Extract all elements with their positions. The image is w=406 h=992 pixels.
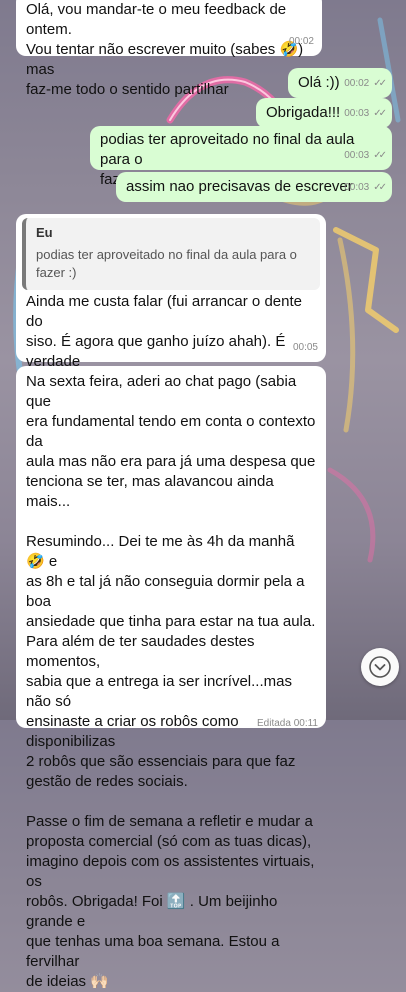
quoted-text: podias ter aproveitado no final da aula … xyxy=(36,247,297,280)
message-time: 00:02 xyxy=(344,78,370,89)
message-incoming[interactable]: Na sexta feira, aderi ao chat pago (sabi… xyxy=(16,366,326,990)
message-text: Obrigada!!! xyxy=(266,104,341,121)
quoted-author: Eu xyxy=(36,225,53,240)
chevron-down-circle-icon xyxy=(369,656,391,678)
message-text: assim nao precisavas de escrever xyxy=(126,178,353,195)
message-text: Olá :)) xyxy=(298,74,340,91)
message-meta: 00:03 ✓✓ xyxy=(344,178,387,198)
message-time: Editada 00:11 xyxy=(257,718,318,729)
message-outgoing[interactable]: assim nao precisavas de escrever 00:03 ✓… xyxy=(116,172,392,202)
chat-window[interactable]: Olá, vou mandar-te o meu feedback de ont… xyxy=(0,0,406,990)
message-incoming[interactable]: Olá, vou mandar-te o meu feedback de ont… xyxy=(16,0,322,98)
read-receipt-icon: ✓✓ xyxy=(373,108,387,119)
message-meta: 00:02 ✓✓ xyxy=(344,74,387,94)
read-receipt-icon: ✓✓ xyxy=(373,78,387,89)
message-time: 00:05 xyxy=(292,342,318,353)
message-meta: 00:02 xyxy=(289,32,314,52)
message-outgoing[interactable]: Olá :)) 00:02 ✓✓ xyxy=(288,68,392,98)
message-text: Na sexta feira, aderi ao chat pago (sabi… xyxy=(26,373,316,990)
message-meta: 00:03 ✓✓ xyxy=(344,104,387,124)
message-time: 00:03 xyxy=(344,150,370,161)
message-meta: Editada 00:11 xyxy=(257,714,318,734)
message-time: 00:03 xyxy=(344,182,370,193)
scroll-to-bottom-button[interactable] xyxy=(361,648,399,686)
message-meta: 00:05 xyxy=(293,338,318,358)
message-meta: 00:03 ✓✓ xyxy=(344,146,387,166)
message-text: Olá, vou mandar-te o meu feedback de ont… xyxy=(26,1,304,98)
message-outgoing[interactable]: Obrigada!!! 00:03 ✓✓ xyxy=(256,98,392,128)
message-time: 00:02 xyxy=(288,36,314,47)
message-time: 00:03 xyxy=(344,108,370,119)
message-outgoing[interactable]: podias ter aproveitado no final da aula … xyxy=(90,126,392,188)
read-receipt-icon: ✓✓ xyxy=(373,182,387,193)
read-receipt-icon: ✓✓ xyxy=(373,150,387,161)
message-incoming-reply[interactable]: Eu podias ter aproveitado no final da au… xyxy=(16,214,326,450)
quoted-message[interactable]: Eu podias ter aproveitado no final da au… xyxy=(22,218,320,290)
